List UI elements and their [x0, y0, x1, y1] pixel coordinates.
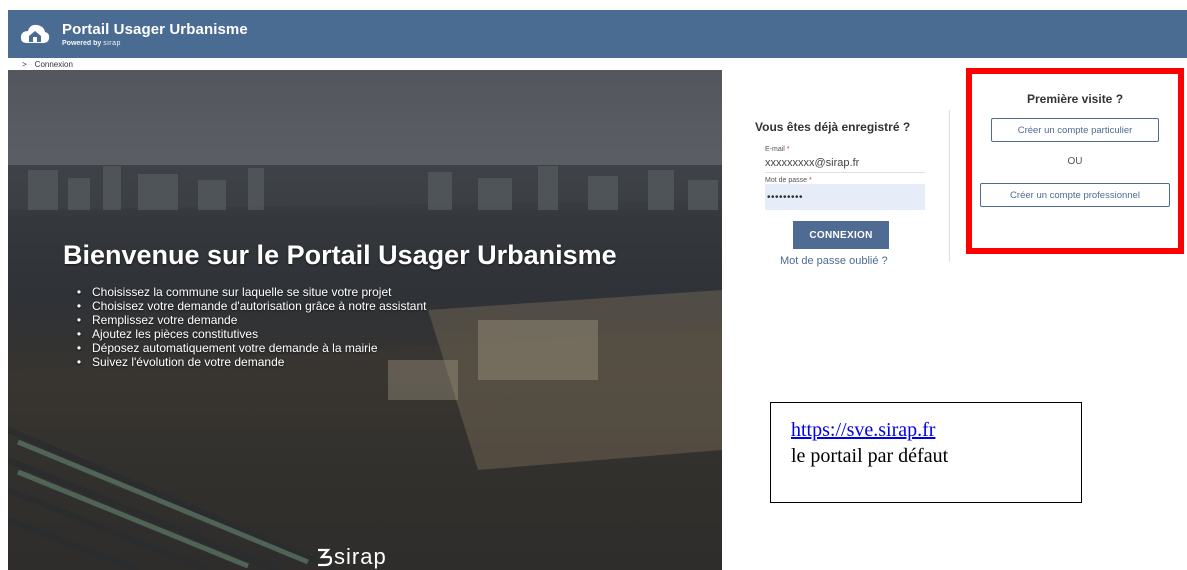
- email-label-text: E-mail: [765, 146, 785, 153]
- hero-banner: Bienvenue sur le Portail Usager Urbanism…: [8, 70, 722, 570]
- email-label: E-mail *: [765, 146, 925, 153]
- panel-divider: [949, 110, 950, 262]
- password-label-text: Mot de passe: [765, 177, 808, 184]
- bullet: •: [76, 341, 82, 355]
- step-text: Déposez automatiquement votre demande à …: [92, 341, 378, 355]
- hero-steps-list: • Choisissez la commune sur laquelle se s…: [74, 285, 427, 369]
- list-item: • Déposez automatiquement votre demande à…: [74, 341, 426, 355]
- hero-title: Bienvenue sur le Portail Usager Urbanism…: [63, 240, 617, 270]
- annotation-box: https://sve.sirap.fr le portail par défa…: [770, 402, 1082, 503]
- forgot-password-link[interactable]: Mot de passe oublié ?: [780, 255, 932, 267]
- list-item: • Remplissez votre demande: [74, 313, 426, 327]
- breadcrumb-separator: >: [22, 60, 27, 69]
- step-text: Ajoutez les pièces constitutives: [92, 327, 259, 341]
- sirap-mark-icon: [318, 548, 332, 567]
- bullet: •: [76, 327, 82, 341]
- bullet: •: [76, 355, 82, 369]
- bullet: •: [76, 313, 82, 327]
- first-visit-panel: Première visite ? Créer un compte partic…: [966, 68, 1184, 254]
- required-mark: *: [786, 146, 790, 153]
- annotation-text: le portail par défaut: [791, 445, 949, 467]
- or-separator: OU: [1067, 156, 1083, 167]
- login-panel: Vous êtes déjà enregistré ? E-mail * xxx…: [752, 120, 932, 267]
- email-input[interactable]: xxxxxxxxx@sirap.fr: [765, 153, 925, 173]
- password-field: Mot de passe * •••••••••: [765, 177, 925, 210]
- bullet: •: [76, 285, 82, 299]
- list-item: • Ajoutez les pièces constitutives: [74, 327, 426, 341]
- bullet: •: [76, 299, 82, 313]
- list-item: • Choisissez la commune sur laquelle se s…: [74, 285, 426, 299]
- sirap-logo: sirap: [316, 544, 387, 570]
- password-label: Mot de passe *: [765, 177, 925, 184]
- required-mark: *: [808, 177, 812, 184]
- breadcrumb-current[interactable]: Connexion: [35, 60, 73, 69]
- portal-url-link[interactable]: https://sve.sirap.fr: [791, 419, 935, 441]
- sirap-logo-text: sirap: [334, 544, 387, 569]
- step-text: Suivez l'évolution de votre demande: [92, 355, 285, 369]
- password-input[interactable]: •••••••••: [765, 184, 925, 210]
- connexion-button[interactable]: CONNEXION: [793, 221, 889, 249]
- first-visit-title: Première visite ?: [1026, 92, 1124, 106]
- login-title: Vous êtes déjà enregistré ?: [755, 120, 911, 134]
- powered-by-label: Powered by: [62, 40, 102, 47]
- list-item: • Choisisez votre demande d'autorisation …: [74, 299, 427, 313]
- powered-brand: sirap: [103, 40, 121, 47]
- cloud-house-icon[interactable]: [18, 19, 52, 49]
- list-item: • Suivez l'évolution de votre demande: [74, 355, 426, 369]
- step-text: Choisissez la commune sur laquelle se si…: [92, 285, 392, 299]
- app-header: Portail Usager Urbanisme Powered by sira…: [8, 10, 1187, 58]
- app-title: Portail Usager Urbanisme: [62, 21, 248, 38]
- step-text: Choisisez votre demande d'autorisation g…: [92, 299, 427, 313]
- create-personal-account-button[interactable]: Créer un compte particulier: [991, 118, 1159, 142]
- brand: Portail Usager Urbanisme Powered by sira…: [62, 21, 248, 47]
- create-professional-account-button[interactable]: Créer un compte professionnel: [980, 183, 1170, 207]
- email-field: E-mail * xxxxxxxxx@sirap.fr: [765, 146, 925, 173]
- powered-by: Powered by sirap: [62, 40, 248, 47]
- step-text: Remplissez votre demande: [92, 313, 238, 327]
